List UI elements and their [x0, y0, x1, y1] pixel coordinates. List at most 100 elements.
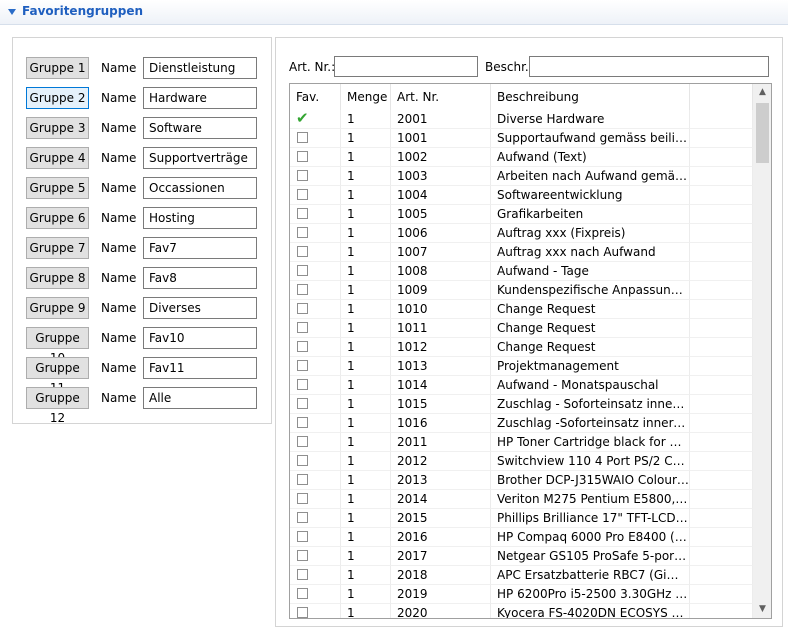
favorite-checkbox[interactable] [297, 284, 308, 295]
fav-cell[interactable] [290, 452, 341, 471]
group-name-input-11[interactable]: Fav11 [143, 357, 257, 379]
table-row[interactable]: 1 1011 Change Request [290, 319, 753, 338]
checkmark-icon[interactable]: ✔ [296, 110, 309, 127]
table-row[interactable]: 1 2018 APC Ersatzbatterie RBC7 (Gimafo... [290, 566, 753, 585]
fav-cell[interactable] [290, 414, 341, 433]
group-button-1[interactable]: Gruppe 1 [26, 57, 89, 79]
favorite-checkbox[interactable] [297, 417, 308, 428]
table-row[interactable]: 1 1007 Auftrag xxx nach Aufwand [290, 243, 753, 262]
fav-cell[interactable] [290, 186, 341, 205]
favorite-checkbox[interactable] [297, 360, 308, 371]
table-row[interactable]: 1 1005 Grafikarbeiten [290, 205, 753, 224]
fav-cell[interactable] [290, 167, 341, 186]
vertical-scrollbar[interactable]: ▲ ▼ [753, 84, 771, 618]
column-header-beschreibung[interactable]: Beschreibung [491, 84, 690, 110]
favorite-checkbox[interactable] [297, 588, 308, 599]
table-row[interactable]: 1 1001 Supportaufwand gemäss beiliege... [290, 129, 753, 148]
favorite-checkbox[interactable] [297, 265, 308, 276]
group-button-4[interactable]: Gruppe 4 [26, 147, 89, 169]
fav-cell[interactable] [290, 604, 341, 618]
group-button-11[interactable]: Gruppe 11 [26, 357, 89, 395]
fav-cell[interactable] [290, 338, 341, 357]
favorite-checkbox[interactable] [297, 170, 308, 181]
fav-cell[interactable] [290, 319, 341, 338]
artnr-filter-input[interactable] [334, 56, 478, 77]
table-row[interactable]: 12019HP 6200Pro i5-2500 3.30GHz 2x2G... [290, 585, 753, 604]
beschr-filter-input[interactable] [529, 56, 769, 77]
table-row[interactable]: ✔ 1 2001 Diverse Hardware [290, 110, 753, 129]
favorite-checkbox[interactable] [297, 208, 308, 219]
table-row[interactable]: 1 1006 Auftrag xxx (Fixpreis) [290, 224, 753, 243]
group-name-input-1[interactable]: Dienstleistung [143, 57, 257, 79]
favorite-checkbox[interactable] [297, 550, 308, 561]
column-header-fav[interactable]: Fav. [290, 84, 341, 110]
table-row[interactable]: 1 1013 Projektmanagement [290, 357, 753, 376]
table-row[interactable]: 1 1009 Kundenspezifische Anpassungen [290, 281, 753, 300]
fav-cell[interactable] [290, 376, 341, 395]
favorite-checkbox[interactable] [297, 512, 308, 523]
fav-cell[interactable] [290, 528, 341, 547]
fav-cell[interactable] [290, 129, 341, 148]
favorite-checkbox[interactable] [297, 398, 308, 409]
group-name-input-12[interactable]: Alle [143, 387, 257, 409]
table-row[interactable]: 1 1015 Zuschlag - Soforteinsatz innerhal..… [290, 395, 753, 414]
fav-cell[interactable] [290, 509, 341, 528]
favorite-checkbox[interactable] [297, 132, 308, 143]
group-button-12[interactable]: Gruppe 12 [26, 387, 89, 425]
favorite-checkbox[interactable] [297, 227, 308, 238]
group-button-9[interactable]: Gruppe 9 [26, 297, 89, 319]
fav-cell[interactable]: ✔ [290, 110, 341, 129]
favorite-checkbox[interactable] [297, 246, 308, 257]
favorite-checkbox[interactable] [297, 151, 308, 162]
scrollbar-thumb[interactable] [756, 103, 769, 163]
favorite-checkbox[interactable] [297, 493, 308, 504]
fav-cell[interactable] [290, 433, 341, 452]
group-name-input-3[interactable]: Software [143, 117, 257, 139]
column-header-empty[interactable] [690, 84, 753, 110]
group-name-input-9[interactable]: Diverses [143, 297, 257, 319]
table-row[interactable]: 1 1003 Arbeiten nach Aufwand gemäss ... [290, 167, 753, 186]
group-name-input-6[interactable]: Hosting [143, 207, 257, 229]
group-button-6[interactable]: Gruppe 6 [26, 207, 89, 229]
table-row[interactable]: 12016HP Compaq 6000 Pro E8400 (3.00 ... [290, 528, 753, 547]
group-button-5[interactable]: Gruppe 5 [26, 177, 89, 199]
table-row[interactable]: 1 2013 Brother DCP-J315WAIO Colour In... [290, 471, 753, 490]
table-row[interactable]: 1 1004 Softwareentwicklung [290, 186, 753, 205]
favorite-checkbox[interactable] [297, 455, 308, 466]
fav-cell[interactable] [290, 148, 341, 167]
favorite-checkbox[interactable] [297, 531, 308, 542]
table-row[interactable]: 1 1008 Aufwand - Tage [290, 262, 753, 281]
table-row[interactable]: 1 2017 Netgear GS105 ProSafe 5-port De... [290, 547, 753, 566]
favorite-checkbox[interactable] [297, 189, 308, 200]
fav-cell[interactable] [290, 471, 341, 490]
section-header[interactable]: Favoritengruppen [0, 0, 788, 25]
column-header-menge[interactable]: Menge [341, 84, 391, 110]
group-name-input-10[interactable]: Fav10 [143, 327, 257, 349]
column-header-artnr[interactable]: Art. Nr. [391, 84, 491, 110]
favorite-checkbox[interactable] [297, 322, 308, 333]
table-row[interactable]: 1 2012 Switchview 110 4 Port PS/2 CPNT ... [290, 452, 753, 471]
table-row[interactable]: 1 2011 HP Toner Cartridge black for HP L..… [290, 433, 753, 452]
table-row[interactable]: 12020Kyocera FS-4020DN ECOSYS LASE... [290, 604, 753, 618]
table-row[interactable]: 1 1002 Aufwand (Text) [290, 148, 753, 167]
group-name-input-2[interactable]: Hardware [143, 87, 257, 109]
favorite-checkbox[interactable] [297, 379, 308, 390]
table-row[interactable]: 1 1012 Change Request [290, 338, 753, 357]
group-name-input-7[interactable]: Fav7 [143, 237, 257, 259]
fav-cell[interactable] [290, 300, 341, 319]
favorite-checkbox[interactable] [297, 607, 308, 618]
triangle-down-icon[interactable] [8, 9, 16, 15]
group-name-input-4[interactable]: Supportverträge [143, 147, 257, 169]
fav-cell[interactable] [290, 262, 341, 281]
group-name-input-8[interactable]: Fav8 [143, 267, 257, 289]
fav-cell[interactable] [290, 547, 341, 566]
favorite-checkbox[interactable] [297, 436, 308, 447]
chevron-down-icon[interactable]: ▼ [754, 601, 771, 618]
group-button-10[interactable]: Gruppe 10 [26, 327, 89, 365]
fav-cell[interactable] [290, 224, 341, 243]
group-button-2[interactable]: Gruppe 2 [26, 87, 89, 109]
fav-cell[interactable] [290, 566, 341, 585]
fav-cell[interactable] [290, 281, 341, 300]
table-row[interactable]: 1 2015 Phillips Brilliance 17" TFT-LCD M..… [290, 509, 753, 528]
table-row[interactable]: 1 1014 Aufwand - Monatspauschal [290, 376, 753, 395]
